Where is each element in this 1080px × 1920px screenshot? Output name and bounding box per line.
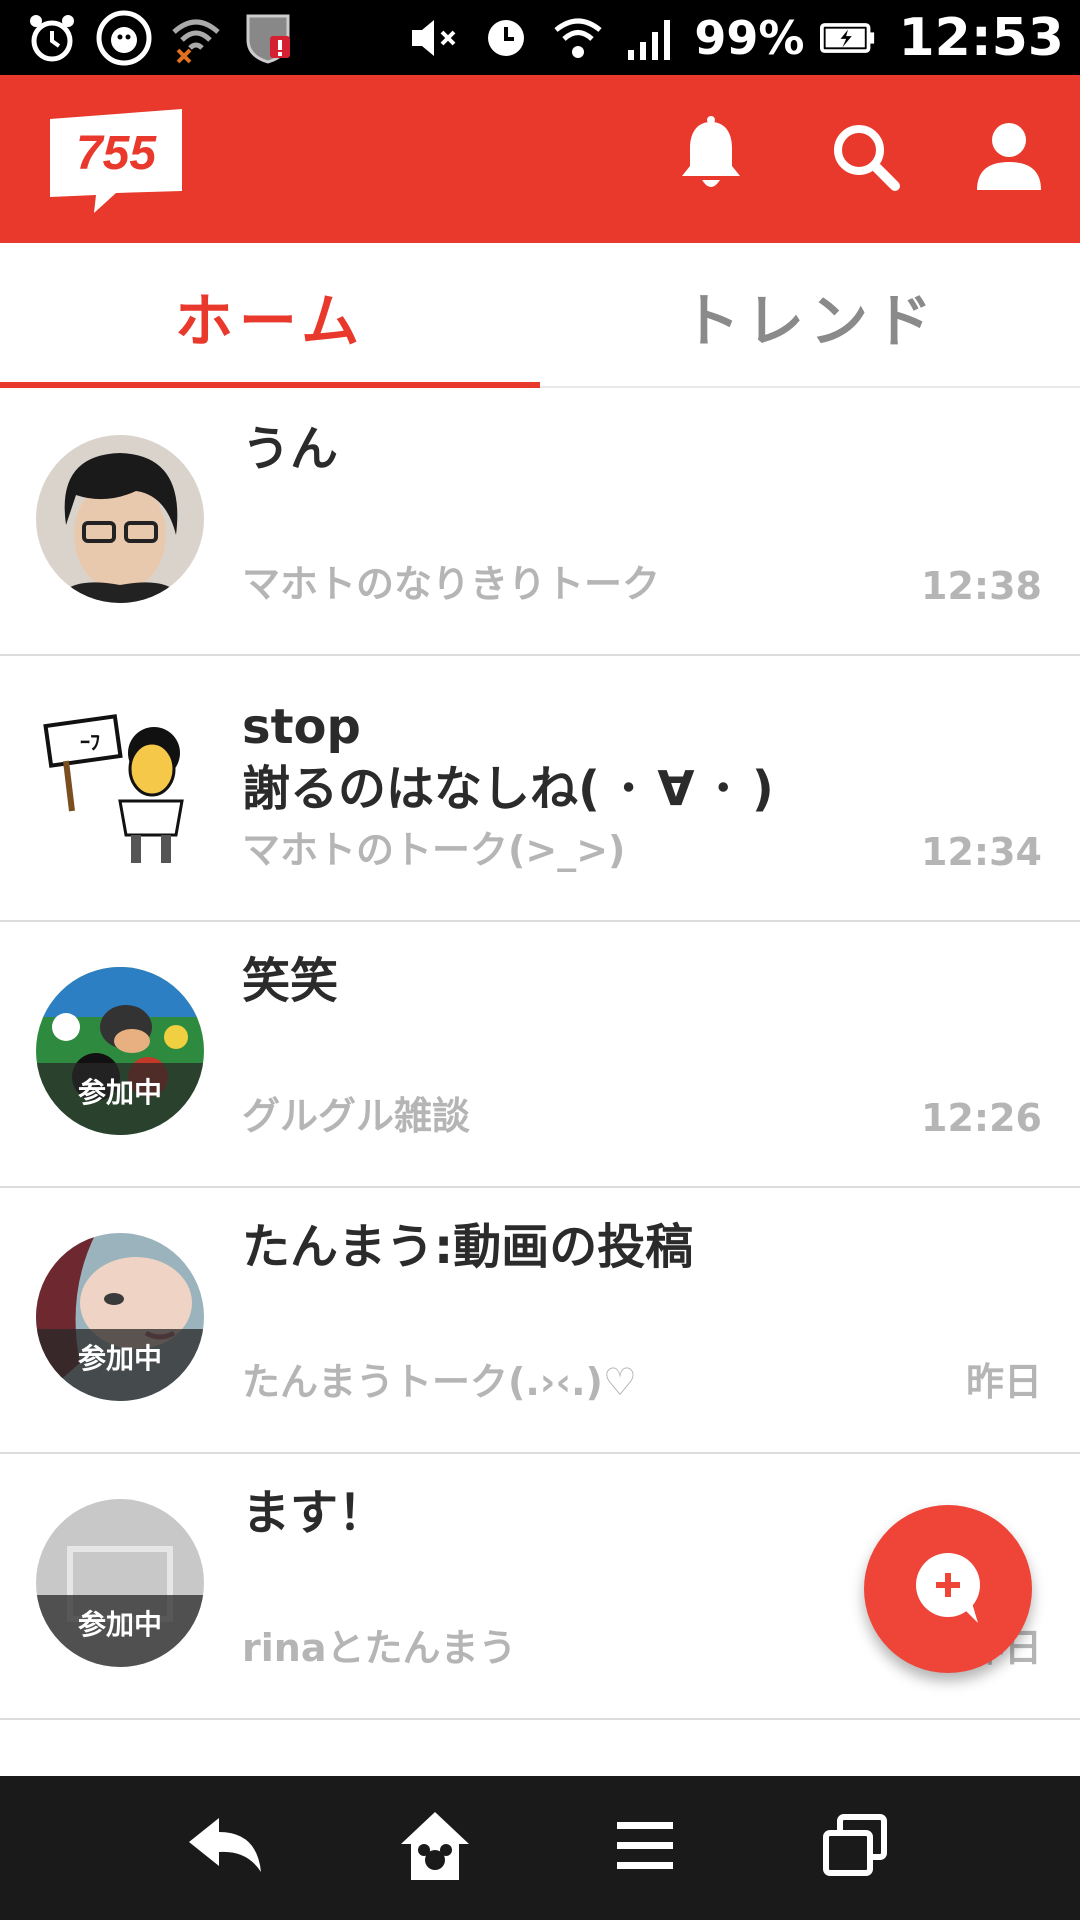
talk-room-name: グルグル雑談	[242, 1094, 471, 1138]
talk-row[interactable]: 参加中 たんまう:動画の投稿 たんまうトーク(.›‹.)♡ 昨日	[0, 1188, 1080, 1454]
back-button[interactable]	[170, 1793, 280, 1903]
search-button[interactable]	[822, 115, 908, 201]
wifi-icon	[550, 10, 606, 66]
talk-row[interactable]: 参加中 笑笑 グルグル雑談 12:26	[0, 922, 1080, 1188]
avatar: 参加中	[36, 1499, 204, 1667]
clock-icon	[478, 10, 534, 66]
home-icon	[395, 1806, 475, 1890]
avatar: 参加中	[36, 967, 204, 1135]
talk-title: stop 謝るのはなしね( ･ ∀ ･ )	[242, 699, 774, 817]
talk-room-name: rinaとたんまう	[242, 1626, 517, 1670]
talk-title: たんまう:動画の投稿	[242, 1219, 694, 1275]
back-arrow-icon	[185, 1814, 265, 1882]
recent-apps-icon	[820, 1811, 890, 1885]
talk-time: 12:38	[921, 564, 1042, 608]
search-icon	[829, 120, 901, 196]
svg-text:ｰﾌ: ｰﾌ	[80, 730, 100, 754]
battery-percent: 99%	[694, 10, 805, 65]
bird-app-icon	[96, 10, 152, 66]
talk-row[interactable]: ｰﾌ stop 謝るのはなしね( ･ ∀ ･ ) マホトのトーク(>_>) 12…	[0, 656, 1080, 922]
avatar: ｰﾌ	[36, 701, 204, 869]
alarm-clock-icon	[24, 10, 80, 66]
talk-row[interactable]: うん マホトのなりきりトーク 12:38	[0, 390, 1080, 656]
notifications-button[interactable]	[668, 115, 754, 201]
add-chat-icon	[906, 1545, 990, 1633]
tab-home[interactable]: ホーム	[0, 243, 540, 388]
mute-icon	[406, 10, 462, 66]
joined-badge: 参加中	[36, 1329, 204, 1401]
tab-bar: ホーム トレンド	[0, 243, 1080, 388]
bell-icon	[676, 116, 746, 200]
clock-time: 12:53	[898, 7, 1064, 68]
tab-trend[interactable]: トレンド	[540, 243, 1080, 388]
joined-badge: 参加中	[36, 1595, 204, 1667]
talk-room-name: マホトのトーク(>_>)	[242, 828, 626, 872]
talk-time: 12:26	[921, 1096, 1042, 1140]
avatar	[36, 435, 204, 603]
joined-badge: 参加中	[36, 1063, 204, 1135]
new-talk-button[interactable]	[864, 1505, 1032, 1673]
logo-text: 755	[76, 127, 157, 180]
recent-apps-button[interactable]	[800, 1793, 910, 1903]
status-bar: 99% 12:53	[0, 0, 1080, 75]
wifi-off-icon	[168, 10, 224, 66]
home-button[interactable]	[380, 1793, 490, 1903]
active-tab-indicator	[0, 382, 540, 388]
menu-icon	[613, 1818, 677, 1878]
app-bar: 755	[0, 75, 1080, 243]
screen: 99% 12:53 755 ホーム トレンド うん マホトのなりきりトーク 12…	[0, 0, 1080, 1920]
talk-time: 12:34	[921, 830, 1042, 874]
talk-title: うん	[242, 421, 339, 477]
system-nav-bar	[0, 1776, 1080, 1920]
cell-signal-icon	[622, 10, 678, 66]
battery-charging-icon	[820, 10, 876, 66]
talk-room-name: たんまうトーク(.›‹.)♡	[242, 1360, 637, 1404]
app-logo[interactable]: 755	[46, 105, 186, 215]
talk-title: 笑笑	[242, 953, 339, 1009]
menu-button[interactable]	[590, 1793, 700, 1903]
security-alert-icon	[240, 10, 296, 66]
avatar: 参加中	[36, 1233, 204, 1401]
talk-time: 昨日	[965, 1360, 1042, 1404]
profile-button[interactable]	[966, 115, 1052, 201]
talk-room-name: マホトのなりきりトーク	[242, 562, 661, 606]
user-icon	[975, 120, 1043, 196]
